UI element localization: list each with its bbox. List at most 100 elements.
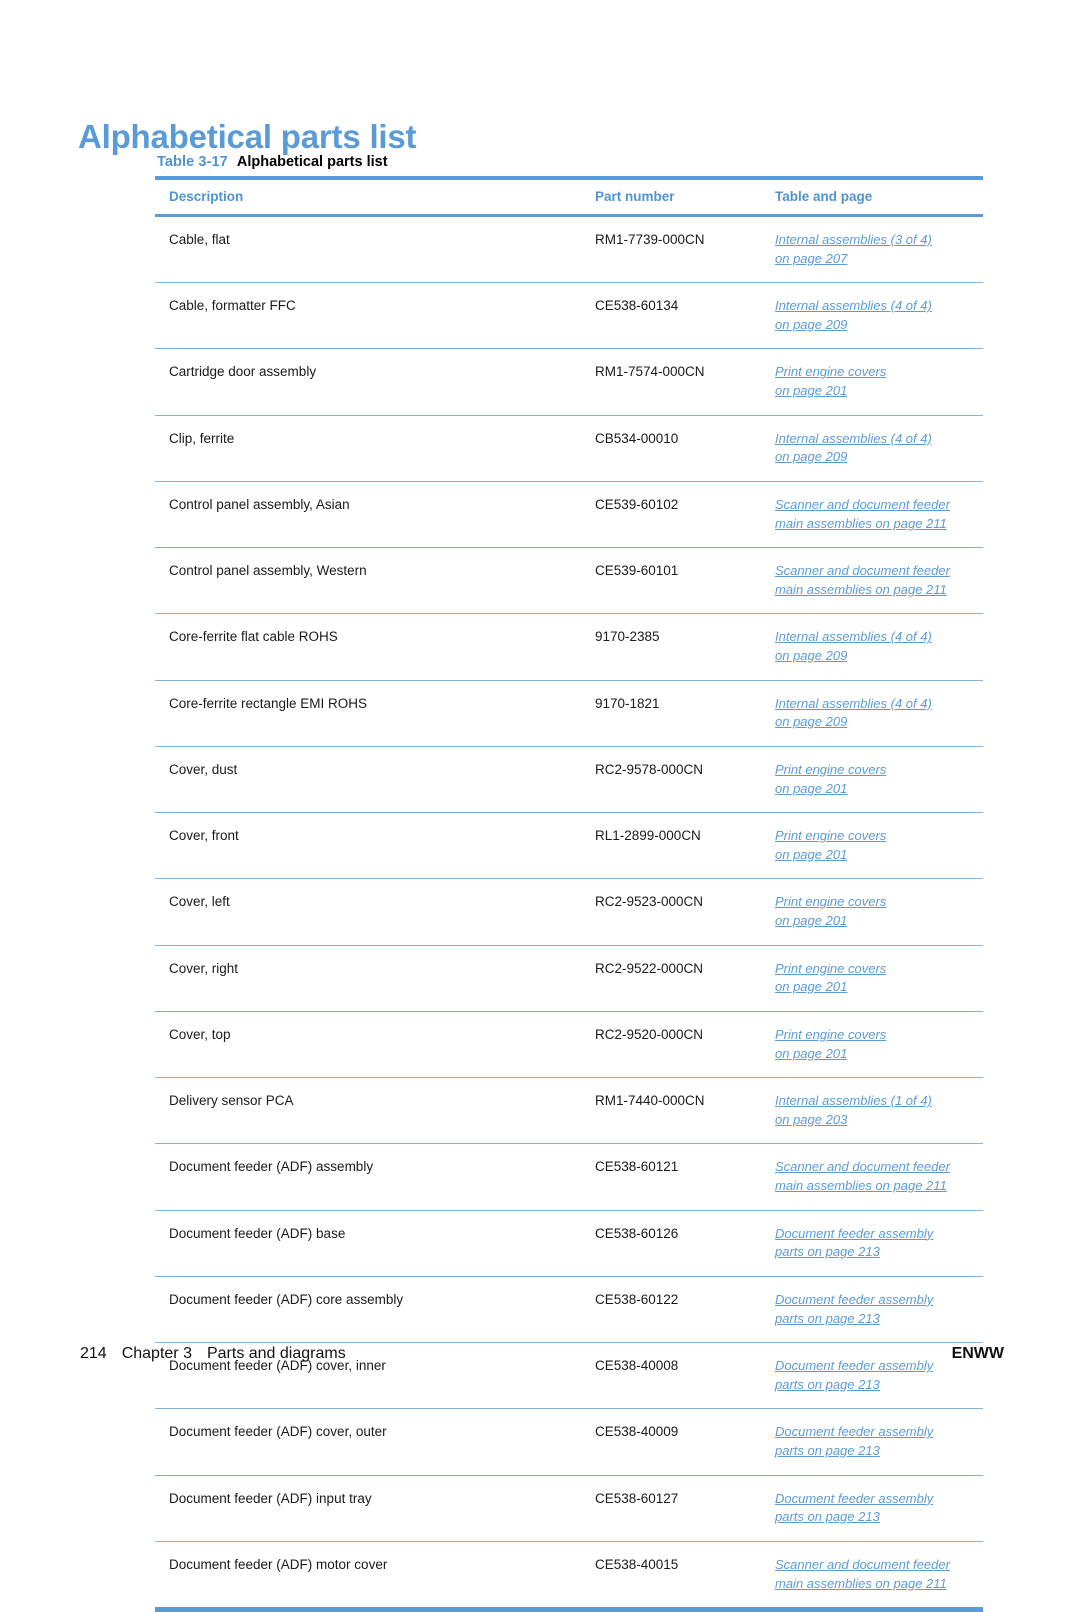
table-row: Control panel assembly, Asian CE539-60102… (155, 481, 983, 549)
cross-reference-link-line1[interactable]: Internal assemblies (4 of 4) (775, 696, 932, 711)
cell-part-number: RC2-9522-000CN (593, 945, 773, 1012)
cell-table-and-page[interactable]: Scanner and document feeder main assembli… (773, 547, 983, 615)
cell-table-and-page[interactable]: Internal assemblies (4 of 4) on page 209 (773, 613, 983, 681)
table-header: Description Part number Table and page (155, 175, 983, 217)
cross-reference-link-line2[interactable]: parts on page 213 (775, 1443, 880, 1458)
cross-reference-link-line2[interactable]: main assemblies on page 211 (775, 516, 947, 531)
page-footer: 214 Chapter 3 Parts and diagrams ENWW (0, 1345, 1080, 1375)
cell-table-and-page[interactable]: Print engine covers on page 201 (773, 746, 983, 814)
cross-reference-link-line1[interactable]: Internal assemblies (1 of 4) (775, 1093, 932, 1108)
table-row: Clip, ferrite CB534-00010 Internal assembl… (155, 415, 983, 482)
cross-reference-link-line2[interactable]: on page 201 (775, 979, 847, 994)
cross-reference-link-line1[interactable]: Document feeder assembly (775, 1424, 933, 1439)
cell-table-and-page[interactable]: Internal assemblies (3 of 4) on page 207 (773, 215, 983, 284)
table-row: Cable, formatter FFC CE538-60134 Internal … (155, 282, 983, 350)
cross-reference-link-line1[interactable]: Internal assemblies (4 of 4) (775, 629, 932, 644)
cell-description: Document feeder (ADF) motor cover (169, 1556, 388, 1572)
cell-description: Cover, left (155, 878, 593, 946)
footer-left: 214 Chapter 3 Parts and diagrams (80, 1345, 346, 1363)
cross-reference-link-line2[interactable]: main assemblies on page 211 (775, 582, 947, 597)
cell-description: Delivery sensor PCA (155, 1077, 593, 1145)
cross-reference-link-line1[interactable]: Document feeder assembly (775, 1292, 933, 1307)
cross-reference-link-line1[interactable]: Scanner and document feeder (775, 563, 950, 578)
cross-reference-link-line1[interactable]: Document feeder assembly (775, 1226, 933, 1241)
cell-part-number: CE538-40015 (595, 1556, 679, 1572)
cross-reference-link-line2[interactable]: on page 209 (775, 449, 847, 464)
cross-reference-link-line2[interactable]: on page 201 (775, 847, 847, 862)
cell-table-and-page[interactable]: Scanner and document feeder main assembli… (773, 1143, 983, 1211)
cell-part-number: RC2-9520-000CN (593, 1011, 773, 1079)
cross-reference-link-line2[interactable]: on page 201 (775, 781, 847, 796)
cross-reference-link-line2[interactable]: parts on page 213 (775, 1244, 880, 1259)
cross-reference-link-line1[interactable]: Internal assemblies (4 of 4) (775, 431, 932, 446)
cross-reference-link-line1[interactable]: Print engine covers (775, 828, 886, 843)
cell-table-and-page[interactable]: Print engine covers on page 201 (773, 878, 983, 946)
alphabetical-parts-table: Description Part number Table and page C… (155, 175, 983, 1607)
cell-part-number: RM1-7739-000CN (593, 215, 773, 284)
cell-table-and-page[interactable]: Document feeder assembly parts on page 21… (773, 1276, 983, 1344)
cell-description: Document feeder (ADF) core assembly (155, 1276, 593, 1344)
cross-reference-link-line1[interactable]: Internal assemblies (3 of 4) (775, 232, 932, 247)
cell-part-number: 9170-2385 (593, 613, 773, 681)
cell-table-and-page[interactable]: Print engine covers on page 201 (773, 812, 983, 880)
cell-table-and-page[interactable]: Document feeder assembly parts on page 21… (773, 1210, 983, 1277)
document-page: Alphabetical parts list Table 3-17 Alphab… (0, 0, 1080, 1612)
cross-reference-link-line1[interactable]: Scanner and document feeder (775, 1159, 950, 1174)
footer-chapter-label: Chapter 3 (121, 1345, 192, 1362)
cross-reference-link-line2[interactable]: main assemblies on page 211 (775, 1576, 947, 1591)
cross-reference-link-line2[interactable]: on page 201 (775, 383, 847, 398)
cross-reference-link-line2[interactable]: on page 209 (775, 648, 847, 663)
cell-table-and-page[interactable]: Scanner and document feeder main assembli… (773, 1541, 983, 1607)
column-header-part-number: Part number (593, 175, 773, 217)
cross-reference-link-line1[interactable]: Print engine covers (775, 762, 886, 777)
cell-table-and-page[interactable]: Scanner and document feeder main assembli… (773, 481, 983, 549)
cell-table-and-page[interactable]: Internal assemblies (1 of 4) on page 203 (773, 1077, 983, 1145)
table-caption-number: Table 3-17 (157, 154, 228, 170)
cell-description: Document feeder (ADF) assembly (155, 1143, 593, 1211)
table-row: Control panel assembly, Western CE539-601… (155, 547, 983, 615)
cross-reference-link-line1[interactable]: Scanner and document feeder (775, 1557, 950, 1572)
cross-reference-link-line2[interactable]: on page 203 (775, 1112, 847, 1127)
cell-description: Document feeder (ADF) cover, outer (155, 1408, 593, 1476)
table-row: Cover, left RC2-9523-000CN Print engine co… (155, 878, 983, 946)
cell-description: Control panel assembly, Western (155, 547, 593, 615)
cross-reference-link-line2[interactable]: on page 209 (775, 317, 847, 332)
cell-part-number: CE538-60122 (593, 1276, 773, 1344)
cell-table-and-page[interactable]: Internal assemblies (4 of 4) on page 209 (773, 680, 983, 747)
table-row: Cover, dust RC2-9578-000CN Print engine co… (155, 746, 983, 814)
cross-reference-link-line2[interactable]: parts on page 213 (775, 1311, 880, 1326)
cross-reference-link-line2[interactable]: on page 209 (775, 714, 847, 729)
cross-reference-link-line2[interactable]: main assemblies on page 211 (775, 1178, 947, 1193)
cell-description: Cover, front (155, 812, 593, 880)
cross-reference-link-line2[interactable]: on page 207 (775, 251, 847, 266)
table-caption: Table 3-17 Alphabetical parts list (157, 154, 388, 171)
cross-reference-link-line1[interactable]: Print engine covers (775, 364, 886, 379)
cell-table-and-page[interactable]: Print engine covers on page 201 (773, 945, 983, 1012)
cross-reference-link-line1[interactable]: Print engine covers (775, 894, 886, 909)
cell-description: Cartridge door assembly (155, 348, 593, 416)
cell-table-and-page[interactable]: Document feeder assembly parts on page 21… (773, 1408, 983, 1476)
cell-table-and-page[interactable]: Internal assemblies (4 of 4) on page 209 (773, 282, 983, 350)
table-bottom-rule (155, 1607, 983, 1612)
cross-reference-link-line2[interactable]: on page 201 (775, 913, 847, 928)
cross-reference-link-line1[interactable]: Print engine covers (775, 961, 886, 976)
cell-part-number: CE538-40009 (593, 1408, 773, 1476)
cross-reference-link-line1[interactable]: Internal assemblies (4 of 4) (775, 298, 932, 313)
cross-reference-link-line1[interactable]: Scanner and document feeder (775, 497, 950, 512)
table-row: Delivery sensor PCA RM1-7440-000CN Interna… (155, 1077, 983, 1145)
table-row: Document feeder (ADF) motor cover CE538-4… (155, 1541, 983, 1607)
cross-reference-link-line2[interactable]: parts on page 213 (775, 1509, 880, 1524)
cross-reference-link-line1[interactable]: Print engine covers (775, 1027, 886, 1042)
cross-reference-link-line2[interactable]: parts on page 213 (775, 1377, 880, 1392)
cross-reference-link-line2[interactable]: on page 201 (775, 1046, 847, 1061)
cell-table-and-page[interactable]: Internal assemblies (4 of 4) on page 209 (773, 415, 983, 482)
cell-part-number: RL1-2899-000CN (593, 812, 773, 880)
table-row: Document feeder (ADF) input tray CE538-60… (155, 1475, 983, 1542)
cross-reference-link-line1[interactable]: Document feeder assembly (775, 1491, 933, 1506)
cell-description: Control panel assembly, Asian (155, 481, 593, 549)
cell-table-and-page[interactable]: Print engine covers on page 201 (773, 1011, 983, 1079)
cell-table-and-page[interactable]: Print engine covers on page 201 (773, 348, 983, 416)
table-header-row: Description Part number Table and page (155, 175, 983, 217)
cell-part-number: CE539-60102 (593, 481, 773, 549)
cell-table-and-page[interactable]: Document feeder assembly parts on page 21… (773, 1475, 983, 1542)
